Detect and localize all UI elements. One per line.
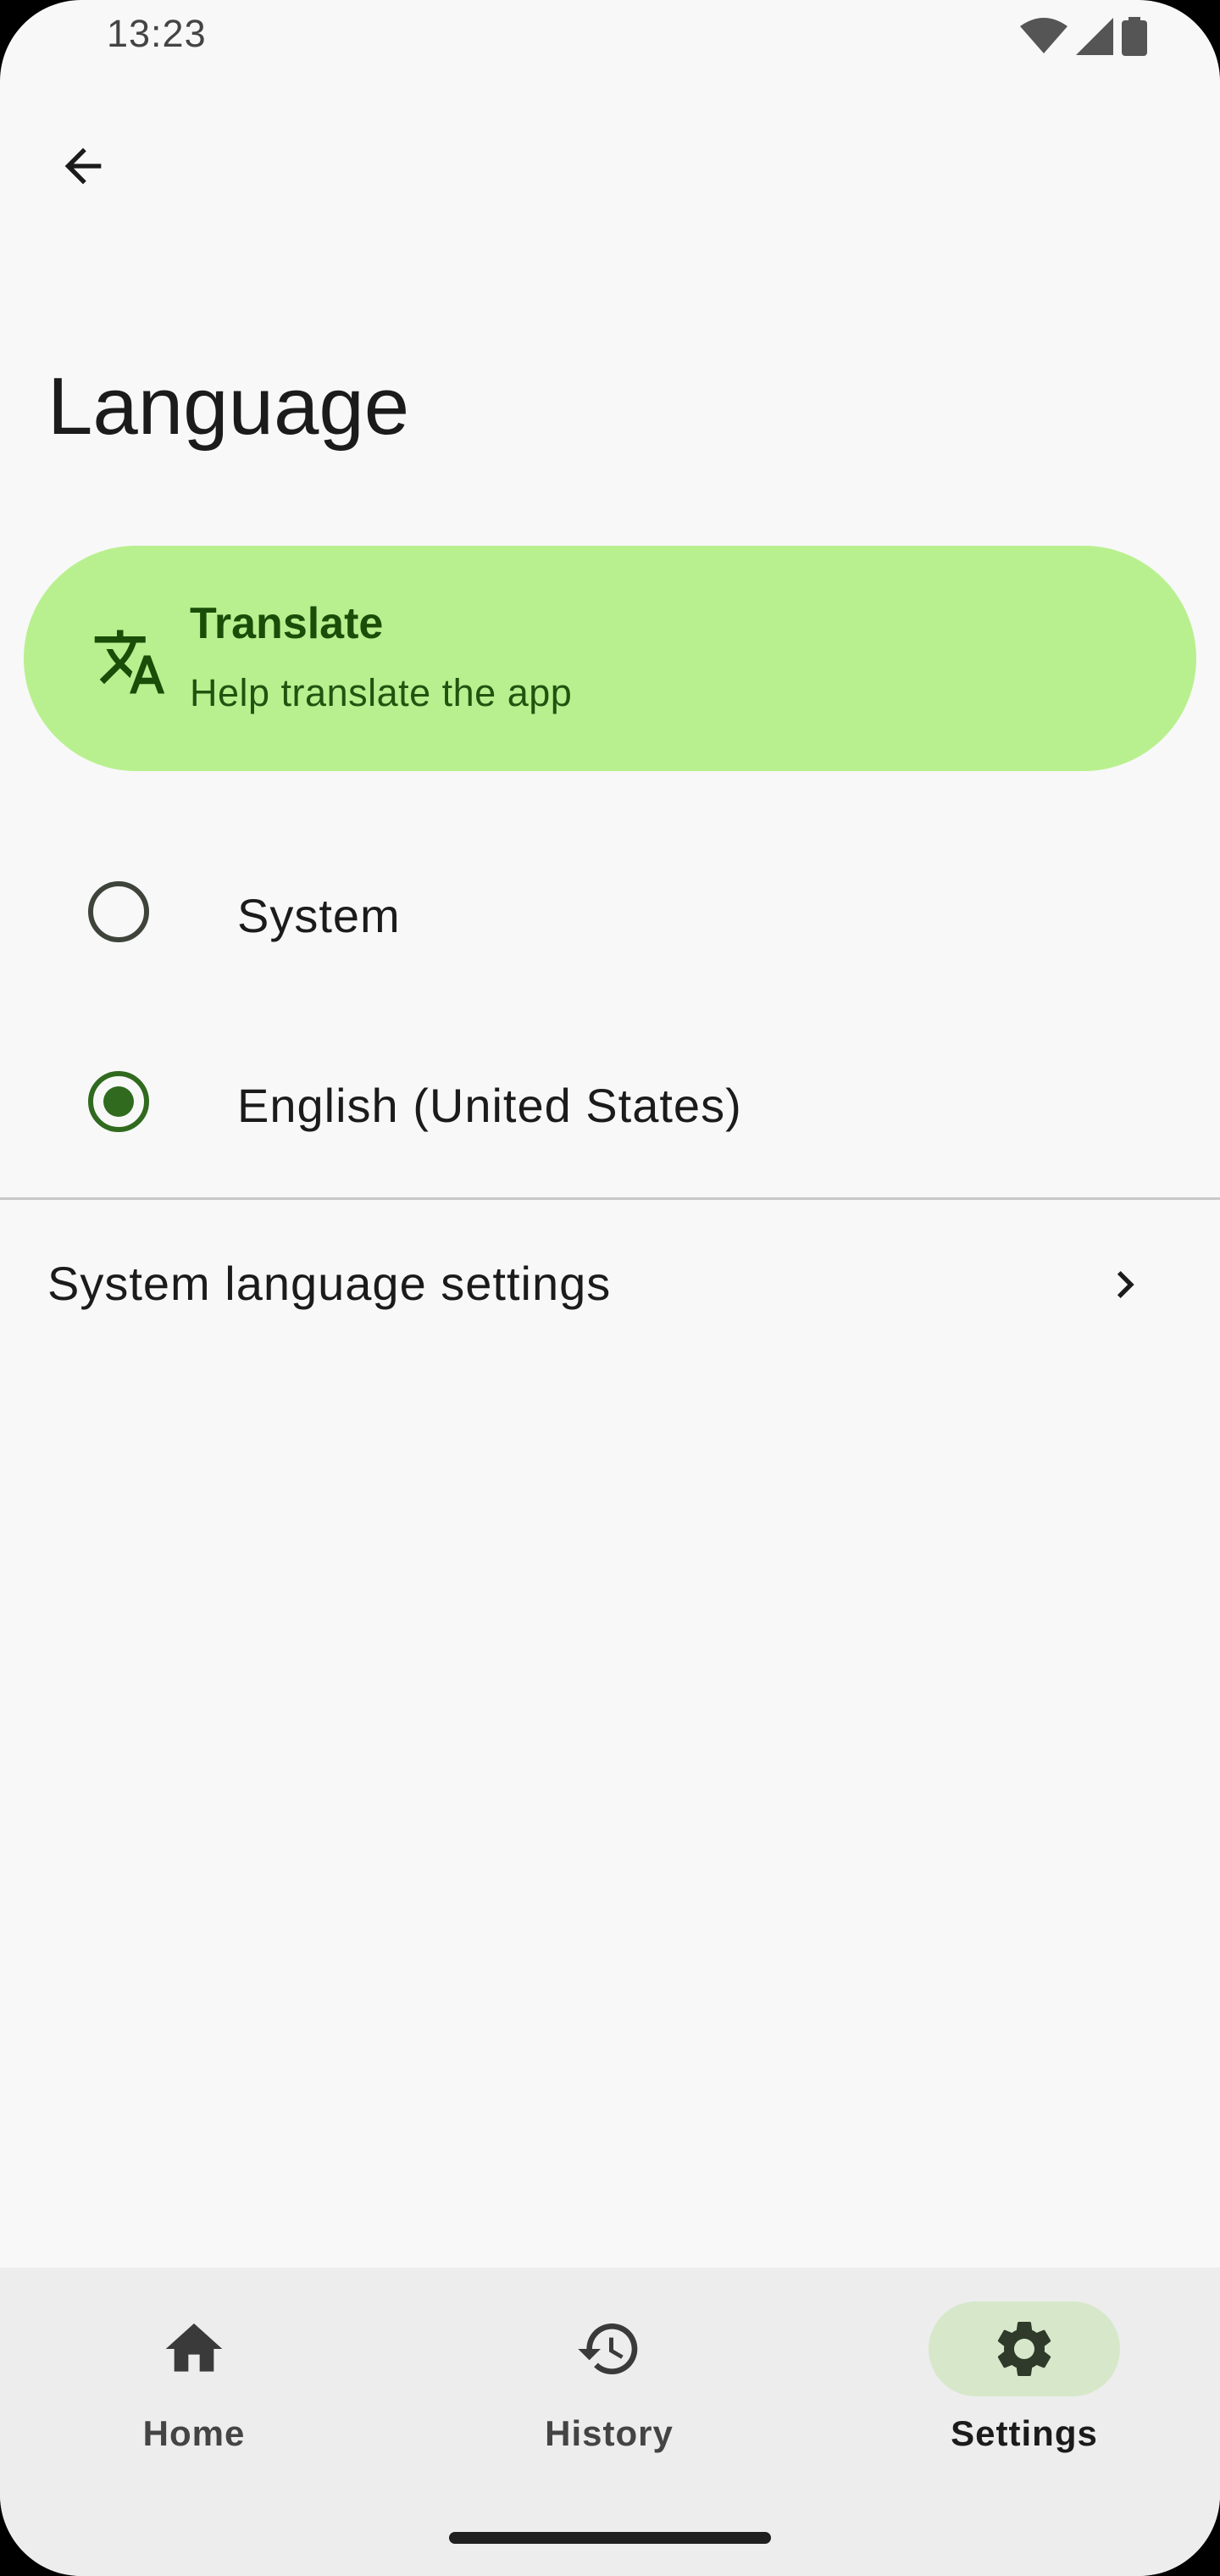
chevron-right-icon (1098, 1257, 1152, 1312)
system-language-settings-label: System language settings (47, 1257, 612, 1310)
cell-signal-icon (1076, 18, 1113, 55)
translate-subtitle: Help translate the app (190, 671, 573, 714)
home-icon (160, 2315, 228, 2383)
language-option-english-us[interactable]: English (United States) (0, 1017, 1220, 1186)
nav-label-settings: Settings (951, 2413, 1098, 2453)
nav-item-home[interactable]: Home (56, 2301, 310, 2471)
gesture-navigation-bar[interactable] (449, 2532, 771, 2544)
nav-item-settings[interactable]: Settings (886, 2301, 1140, 2471)
page-title: Language (47, 361, 410, 452)
language-option-label: System (237, 889, 401, 942)
nav-label-history: History (545, 2413, 674, 2453)
battery-icon (1122, 17, 1147, 56)
translate-card[interactable]: Translate Help translate the app (24, 546, 1196, 771)
language-option-system[interactable]: System (0, 827, 1220, 997)
history-icon (575, 2315, 643, 2383)
radio-button-unselected[interactable] (88, 881, 149, 942)
radio-dot (103, 1086, 134, 1117)
radio-button-selected[interactable] (88, 1071, 149, 1132)
back-button[interactable] (42, 127, 124, 208)
status-time: 13:23 (107, 12, 207, 55)
status-icons (1020, 17, 1147, 56)
translate-icon (92, 624, 168, 700)
system-language-settings-link[interactable]: System language settings (0, 1203, 1220, 1364)
status-bar: 13:23 (0, 0, 1220, 76)
translate-title: Translate (190, 599, 384, 648)
gear-icon (990, 2315, 1058, 2383)
wifi-icon (1020, 18, 1068, 55)
language-option-label: English (United States) (237, 1079, 742, 1132)
bottom-navigation: Home History Settings (0, 2268, 1220, 2576)
nav-label-home: Home (142, 2413, 246, 2453)
arrow-back-icon (56, 139, 110, 197)
nav-item-history[interactable]: History (471, 2301, 725, 2471)
divider (0, 1197, 1220, 1200)
phone-screen: 13:23 Language Translate Help translate … (0, 0, 1220, 2576)
